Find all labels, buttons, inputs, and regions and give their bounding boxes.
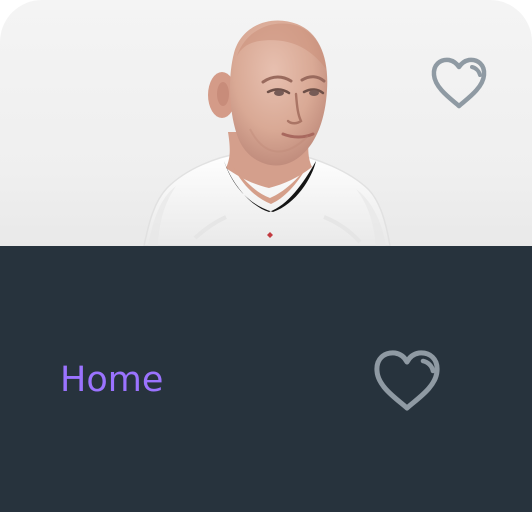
app-screen: Home [0,0,532,512]
nav-favorites-button[interactable] [366,342,448,418]
heart-outline-icon [374,350,440,411]
heart-outline-icon [431,57,487,109]
product-card[interactable] [0,0,532,246]
favorite-button[interactable] [426,52,492,114]
nav-home-label: Home [60,359,164,400]
nav-home-button[interactable]: Home [60,356,163,404]
product-photo [143,20,391,246]
